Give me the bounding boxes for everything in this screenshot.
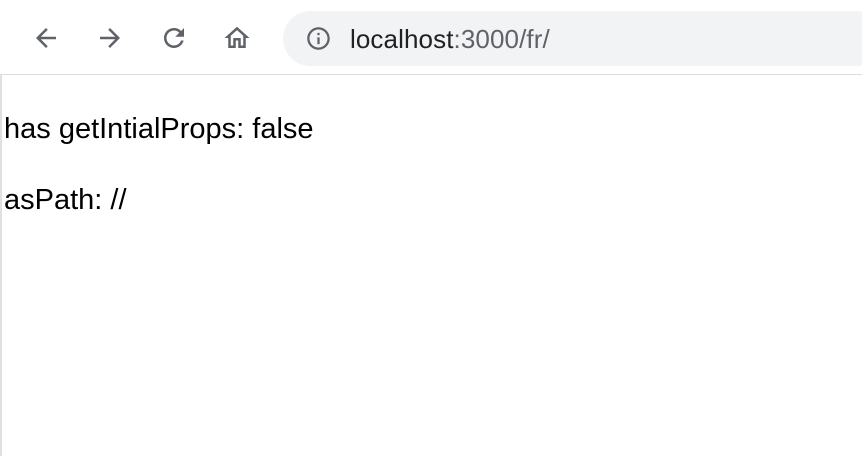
- url-path: :3000/fr/: [453, 24, 550, 54]
- props-status-text: has getIntialProps: false: [4, 113, 314, 145]
- url-host: localhost: [350, 24, 454, 54]
- browser-window: localhost:3000/fr/ has getIntialProps: f…: [0, 0, 862, 456]
- home-button[interactable]: [219, 20, 255, 56]
- home-icon: [224, 26, 250, 48]
- arrow-left-icon: [36, 28, 56, 48]
- info-circle-icon[interactable]: [305, 25, 332, 52]
- url-text[interactable]: localhost:3000/fr/: [350, 24, 550, 54]
- reload-icon: [164, 28, 184, 48]
- browser-toolbar: localhost:3000/fr/: [0, 0, 862, 75]
- reload-button[interactable]: [156, 20, 192, 56]
- address-bar[interactable]: localhost:3000/fr/: [283, 11, 862, 66]
- forward-button[interactable]: [92, 20, 128, 56]
- arrow-right-icon: [100, 28, 120, 48]
- window-left-edge: [0, 75, 2, 456]
- aspath-text: asPath: //: [4, 184, 127, 216]
- back-button[interactable]: [28, 20, 64, 56]
